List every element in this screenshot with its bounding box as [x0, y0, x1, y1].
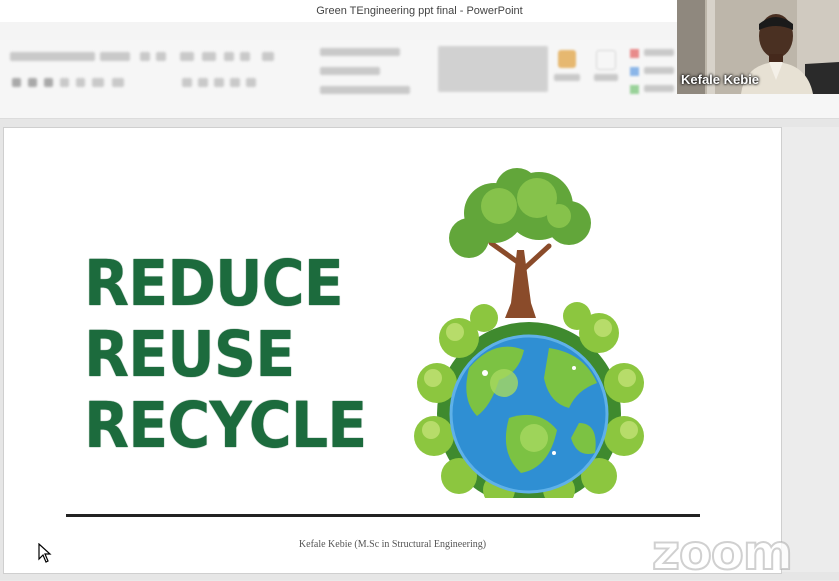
shrink-font-button[interactable]	[156, 52, 166, 61]
text-direction-button[interactable]	[320, 48, 400, 56]
tree-globe-illustration[interactable]	[399, 168, 659, 498]
text-shadow-button[interactable]	[76, 78, 85, 87]
zoom-logo: zoom	[651, 524, 794, 581]
align-text-button[interactable]	[320, 67, 380, 75]
slogan-line: REDUCE	[84, 247, 344, 320]
grow-font-button[interactable]	[140, 52, 150, 61]
slogan-line: REUSE	[84, 318, 295, 391]
shape-fill-label	[644, 49, 674, 56]
mouse-cursor-icon	[38, 543, 52, 563]
slide-canvas[interactable]: REDUCE REUSE RECYCLE Kefale Kebie (M.Sc …	[3, 127, 782, 574]
strikethrough-button[interactable]	[60, 78, 69, 87]
font-name-box[interactable]	[10, 52, 95, 61]
quick-styles-label	[594, 74, 618, 81]
editor-side-panel	[781, 127, 839, 572]
columns-button[interactable]	[246, 78, 256, 87]
underline-button[interactable]	[44, 78, 53, 87]
arrange-label	[554, 74, 580, 81]
arrange-icon[interactable]	[558, 50, 576, 68]
shape-effects-icon[interactable]	[630, 85, 639, 94]
shapes-gallery[interactable]	[438, 46, 548, 92]
slide-divider-line	[66, 514, 700, 517]
shape-fill-icon[interactable]	[630, 49, 639, 58]
slogan-text[interactable]: REDUCE REUSE RECYCLE	[84, 247, 367, 462]
bullets-button[interactable]	[180, 52, 194, 61]
decrease-indent-button[interactable]	[224, 52, 234, 61]
window-title: Green TEngineering ppt final - PowerPoin…	[316, 5, 523, 17]
shape-outline-label	[644, 67, 674, 74]
justify-button[interactable]	[230, 78, 240, 87]
align-center-button[interactable]	[198, 78, 208, 87]
shape-outline-icon[interactable]	[630, 67, 639, 76]
font-size-box[interactable]	[100, 52, 130, 61]
italic-button[interactable]	[28, 78, 37, 87]
align-right-button[interactable]	[214, 78, 224, 87]
font-color-button[interactable]	[112, 78, 124, 87]
line-spacing-button[interactable]	[262, 52, 274, 61]
char-spacing-button[interactable]	[92, 78, 104, 87]
shape-effects-label	[644, 85, 674, 92]
bold-button[interactable]	[12, 78, 21, 87]
quick-styles-icon[interactable]	[596, 50, 616, 70]
slogan-line: RECYCLE	[84, 389, 367, 462]
speaker-name: Kefale Kebie	[681, 72, 760, 87]
ribbon-tabs[interactable]	[0, 22, 680, 40]
speaker-video[interactable]: Kefale Kebie	[677, 0, 839, 94]
increase-indent-button[interactable]	[240, 52, 250, 61]
align-left-button[interactable]	[182, 78, 192, 87]
numbering-button[interactable]	[202, 52, 216, 61]
convert-smartart-button[interactable]	[320, 86, 410, 94]
